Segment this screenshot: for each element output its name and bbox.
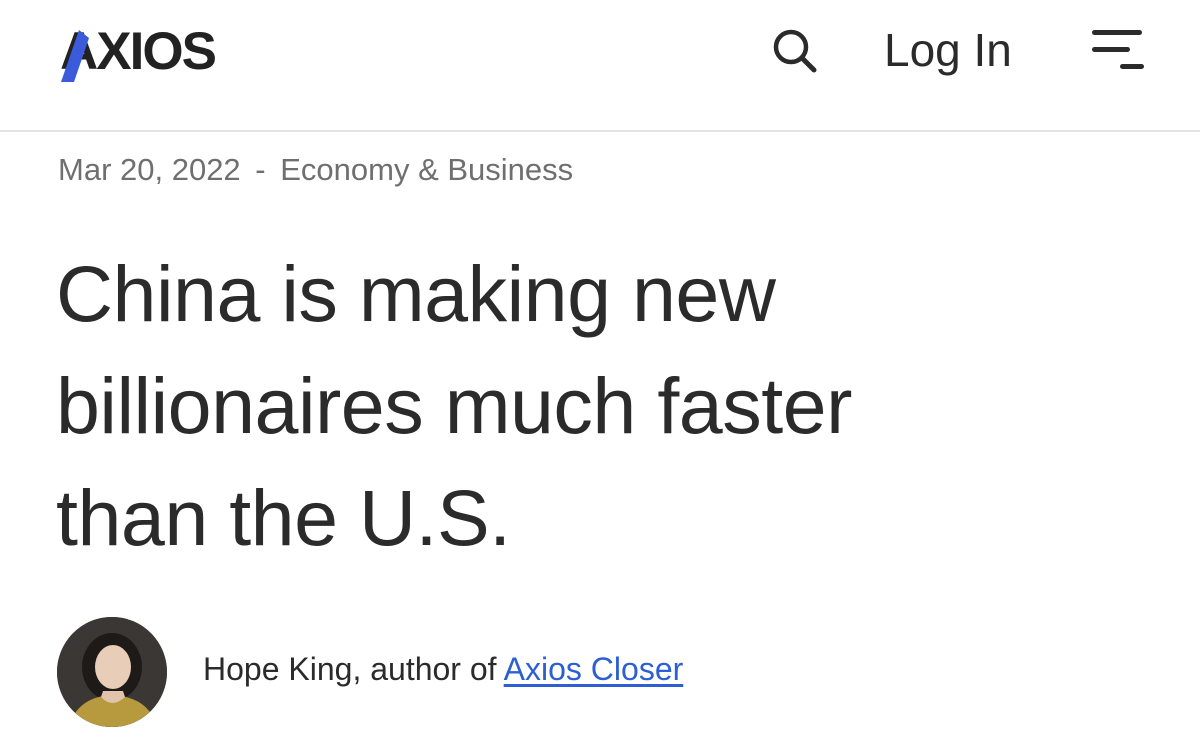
author-avatar[interactable] (57, 617, 167, 727)
site-header: AXIOS Log In (0, 0, 1200, 132)
headline-line: than the U.S. (56, 473, 511, 562)
article-headline: China is making new billionaires much fa… (56, 238, 1156, 574)
newsletter-link[interactable]: Axios Closer (504, 651, 684, 687)
author-byline: Hope King, author of Axios Closer (203, 651, 683, 688)
search-button[interactable] (770, 26, 820, 76)
logo-accent-stroke (61, 30, 89, 82)
category-link[interactable]: Economy & Business (280, 152, 573, 187)
author-photo (57, 617, 167, 727)
meta-separator: - (255, 152, 266, 187)
headline-line: billionaires much faster (56, 361, 852, 450)
byline-connector: , author of (352, 651, 504, 687)
login-button[interactable]: Log In (884, 20, 1012, 80)
publish-date: Mar 20, 2022 (58, 152, 241, 187)
author-name: Hope King (203, 651, 353, 687)
headline-line: China is making new (56, 249, 776, 338)
hamburger-menu-icon[interactable] (1090, 28, 1146, 72)
article-meta: Mar 20, 2022 - Economy & Business (58, 152, 573, 188)
axios-logo[interactable]: AXIOS (60, 24, 240, 82)
search-icon (773, 29, 817, 73)
